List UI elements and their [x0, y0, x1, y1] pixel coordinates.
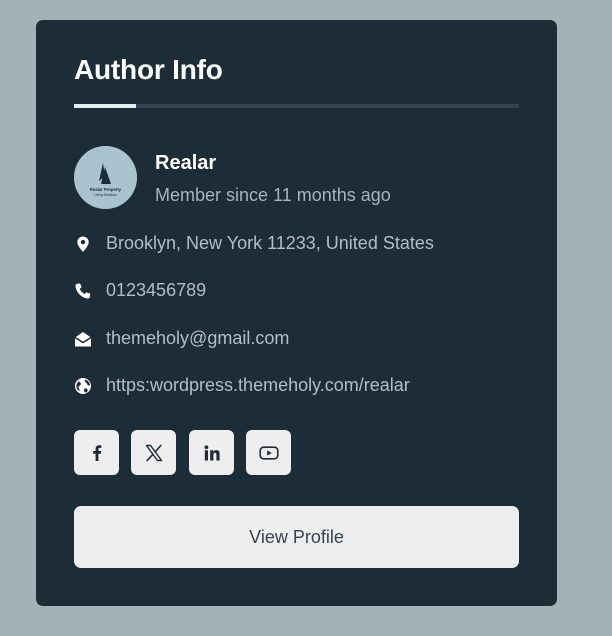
youtube-icon	[258, 445, 279, 460]
location-pin-icon	[74, 235, 92, 253]
x-button[interactable]	[131, 430, 176, 475]
facebook-icon	[92, 444, 101, 461]
author-name[interactable]: Realar	[155, 150, 216, 176]
linkedin-button[interactable]	[189, 430, 234, 475]
contact-email: themeholy@gmail.com	[74, 326, 534, 350]
title-divider-accent	[74, 104, 136, 108]
avatar: Realar Property Living Solutions	[74, 146, 137, 209]
avatar-logo-subtext: Living Solutions	[94, 193, 117, 197]
email-text[interactable]: themeholy@gmail.com	[106, 326, 289, 350]
linkedin-icon	[204, 444, 220, 460]
view-profile-button[interactable]: View Profile	[74, 506, 519, 568]
globe-icon	[74, 377, 92, 395]
contact-website: https:wordpress.themeholy.com/realar	[74, 373, 534, 397]
contact-address: Brooklyn, New York 11233, United States	[74, 231, 534, 255]
website-text[interactable]: https:wordpress.themeholy.com/realar	[106, 373, 410, 397]
avatar-logo-text: Realar Property	[90, 187, 122, 192]
phone-text[interactable]: 0123456789	[106, 278, 206, 302]
address-text: Brooklyn, New York 11233, United States	[106, 233, 434, 253]
author-info-card: Author Info Realar Property Living Solut…	[36, 20, 557, 606]
envelope-open-icon	[74, 330, 92, 348]
youtube-button[interactable]	[246, 430, 291, 475]
member-since: Member since 11 months ago	[155, 185, 391, 205]
title-divider	[74, 104, 519, 108]
phone-icon	[74, 282, 92, 300]
facebook-button[interactable]	[74, 430, 119, 475]
realar-logo-icon: Realar Property Living Solutions	[74, 146, 137, 209]
x-twitter-icon	[145, 444, 162, 461]
card-title: Author Info	[74, 54, 223, 85]
contact-phone: 0123456789	[74, 278, 534, 302]
